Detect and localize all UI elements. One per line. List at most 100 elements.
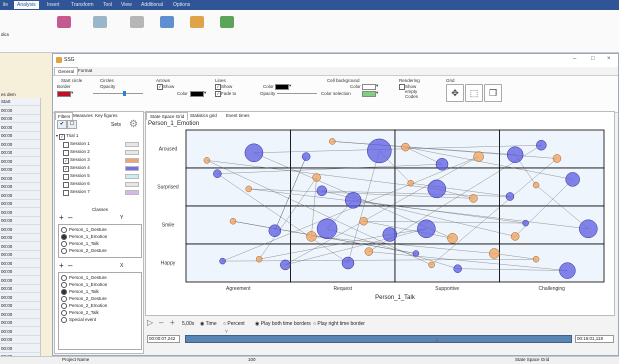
circles-opacity-slider[interactable] xyxy=(93,93,143,94)
remove-icon[interactable]: – xyxy=(68,261,72,270)
close-icon[interactable]: × xyxy=(607,56,611,62)
tab-measures[interactable]: Measures xyxy=(71,112,95,119)
session-checkbox[interactable] xyxy=(63,141,69,148)
arrows-color-swatch[interactable] xyxy=(190,91,204,97)
grid-cell[interactable] xyxy=(185,167,291,207)
radio-button-icon[interactable] xyxy=(61,281,67,288)
ribbon-analysis-icon[interactable] xyxy=(57,16,71,28)
x-class-option[interactable]: Person_2_Talk xyxy=(61,309,99,316)
time-radio[interactable]: ◉ Time xyxy=(200,321,217,327)
play-right-radio[interactable]: ○ Play right time border xyxy=(313,321,365,327)
host-tab-additional[interactable]: Additional xyxy=(138,1,166,9)
x-class-option[interactable]: Person_2_Gesture xyxy=(61,295,107,302)
session-row[interactable]: Session 7 xyxy=(63,188,145,196)
host-tab-tool[interactable]: Tool xyxy=(100,1,115,9)
add-icon[interactable]: + xyxy=(59,261,64,270)
chevron-down-icon[interactable]: ▾ xyxy=(376,90,378,96)
radio-button-icon[interactable] xyxy=(61,309,67,316)
radio-button-icon[interactable] xyxy=(61,274,67,281)
copy-icon[interactable]: ❐ xyxy=(484,84,502,102)
session-color-swatch[interactable] xyxy=(125,150,139,155)
chevron-down-icon[interactable]: ▾ xyxy=(204,90,206,96)
tab-key-figures[interactable]: Key figures xyxy=(93,112,120,119)
move-grid-icon[interactable]: ✥ xyxy=(446,84,464,102)
deselect-icon[interactable]: ☐ xyxy=(67,120,77,129)
radio-button-icon[interactable] xyxy=(61,295,67,302)
grid-cell[interactable] xyxy=(185,243,291,283)
ribbon-chart-icon[interactable] xyxy=(130,16,144,28)
trial-row[interactable]: ▾ ✓ Trial 1 xyxy=(56,132,141,140)
chevron-down-icon[interactable]: ▾ xyxy=(289,83,291,89)
host-tab-analysis[interactable]: Analysis xyxy=(14,1,39,9)
play-both-radio[interactable]: ◉ Play both time borders xyxy=(255,321,311,327)
host-tab-file[interactable]: ile xyxy=(0,1,11,9)
slower-icon[interactable]: – xyxy=(159,318,163,327)
collapse-icon[interactable]: ▾ xyxy=(56,132,58,139)
grid-cell[interactable] xyxy=(290,167,396,207)
x-class-option[interactable]: Person_1_Gesture xyxy=(61,274,107,281)
x-class-option[interactable]: Person_1_Emotion xyxy=(61,281,107,288)
session-color-swatch[interactable] xyxy=(125,158,139,163)
session-color-swatch[interactable] xyxy=(125,174,139,179)
faster-icon[interactable]: + xyxy=(170,318,175,327)
session-row[interactable]: Session 5 xyxy=(63,172,145,180)
host-tab-insert[interactable]: Insert xyxy=(44,1,63,9)
start-time-field[interactable]: 00:00:07,242 xyxy=(147,335,180,343)
session-color-swatch[interactable] xyxy=(125,190,139,195)
ribbon-people-icon[interactable] xyxy=(190,16,204,28)
circles-opacity-thumb[interactable] xyxy=(123,91,126,96)
session-checkbox[interactable] xyxy=(63,181,69,188)
tab-state-space-grid[interactable]: State Space Grid xyxy=(146,112,189,120)
y-class-option[interactable]: Person_1_Talk xyxy=(61,240,99,247)
session-checkbox[interactable] xyxy=(63,173,69,180)
ribbon-check-icon[interactable] xyxy=(220,16,234,28)
y-class-option[interactable]: Person_1_Emotion xyxy=(61,233,107,240)
session-row[interactable]: Session 1 xyxy=(63,140,145,148)
chevron-down-icon[interactable]: ▾ xyxy=(376,83,378,89)
selection-color-swatch[interactable] xyxy=(362,91,376,97)
session-row[interactable]: Session 2 xyxy=(63,148,145,156)
x-class-option[interactable]: Special event xyxy=(61,316,96,323)
session-row[interactable]: ✓ Session 4 xyxy=(63,164,145,172)
session-color-swatch[interactable] xyxy=(125,166,139,171)
select-cursor-icon[interactable]: ⬚ xyxy=(465,84,483,102)
ribbon-data-icon[interactable] xyxy=(160,16,174,28)
radio-button-icon[interactable] xyxy=(61,302,67,309)
radio-button-icon[interactable] xyxy=(61,240,67,247)
timeline-bar[interactable] xyxy=(185,335,572,343)
maximize-icon[interactable]: □ xyxy=(591,56,595,62)
state-space-grid-chart[interactable]: Happy Smile Surprised Aroused Agreement Reque… xyxy=(146,120,614,316)
radio-button-icon[interactable] xyxy=(61,233,67,240)
percent-radio[interactable]: ○ Percent xyxy=(223,321,245,327)
y-class-option[interactable]: Person_2_Gesture xyxy=(61,247,107,254)
x-class-option[interactable]: Person_2_Emotion xyxy=(61,302,107,309)
play-icon[interactable]: ▷ xyxy=(147,318,153,327)
select-all-icon[interactable]: ✔ xyxy=(57,120,67,129)
trial-checkbox[interactable]: ✓ xyxy=(59,133,65,140)
border-color-swatch[interactable] xyxy=(57,91,71,97)
gear-icon[interactable]: ⚙ xyxy=(129,119,138,130)
tab-event-times[interactable]: Event times xyxy=(223,112,253,119)
radio-button-icon[interactable] xyxy=(61,288,67,295)
tab-statistics-grid[interactable]: Statistics grid xyxy=(187,112,220,119)
x-class-option[interactable]: Person_1_Talk xyxy=(61,288,99,295)
host-tab-transform[interactable]: Transform xyxy=(68,1,97,9)
session-checkbox[interactable]: ✓ xyxy=(63,165,69,172)
session-checkbox[interactable]: ✓ xyxy=(63,157,69,164)
lines-opacity-slider[interactable] xyxy=(277,93,317,94)
end-time-field[interactable]: 00:16:01,118 xyxy=(575,335,614,343)
radio-button-icon[interactable] xyxy=(61,316,67,323)
radio-button-icon[interactable] xyxy=(61,226,67,233)
add-icon[interactable]: + xyxy=(59,213,64,222)
remove-icon[interactable]: – xyxy=(68,213,72,222)
session-row[interactable]: ✓ Session 3 xyxy=(63,156,145,164)
host-tab-options[interactable]: Options xyxy=(170,1,193,9)
session-color-swatch[interactable] xyxy=(125,182,139,187)
tab-format[interactable]: Format xyxy=(75,67,95,75)
grid-cell[interactable] xyxy=(394,243,500,283)
minimize-icon[interactable]: – xyxy=(573,56,576,62)
session-checkbox[interactable] xyxy=(63,189,69,196)
chevron-down-icon[interactable]: ▾ xyxy=(71,90,73,96)
session-color-swatch[interactable] xyxy=(125,142,139,147)
y-class-option[interactable]: Person_1_Gesture xyxy=(61,226,107,233)
